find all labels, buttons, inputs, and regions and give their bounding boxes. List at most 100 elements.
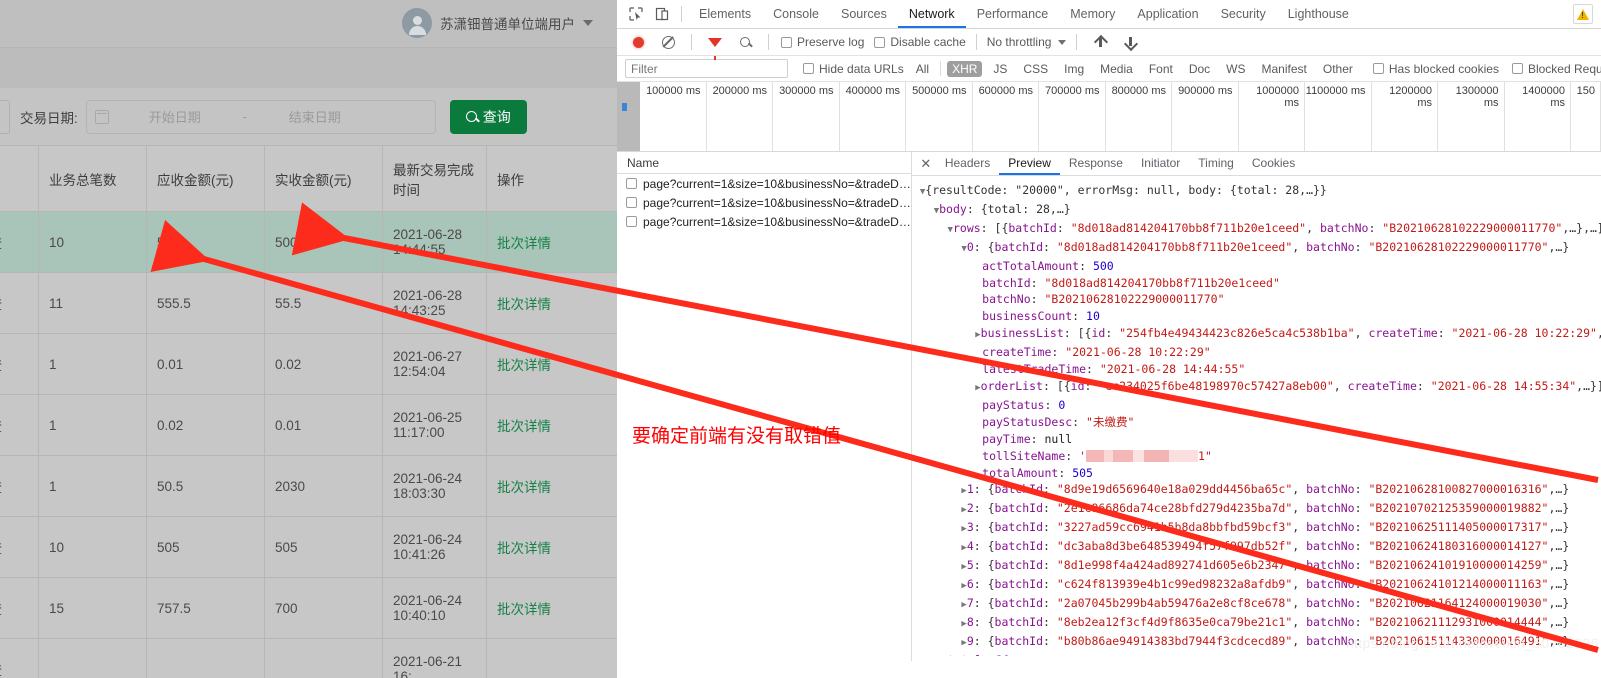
resource-type-css[interactable]: CSS [1018,61,1053,77]
th-business-count: 业务总笔数 [38,145,147,212]
import-har-icon[interactable] [1087,29,1113,55]
devtools-tab-lighthouse[interactable]: Lighthouse [1277,0,1360,28]
throttling-select[interactable]: No throttling [987,35,1067,49]
table-header-row: 业务总笔数 应收金额(元) 实收金额(元) 最新交易完成时间 操作 [0,145,617,212]
has-blocked-cookies-checkbox[interactable]: Has blocked cookies [1372,62,1499,76]
search-icon[interactable] [732,29,758,55]
resource-type-media[interactable]: Media [1095,61,1138,77]
resource-type-ws[interactable]: WS [1221,61,1250,77]
row-cell-operation[interactable]: 批次详情 [486,211,617,273]
request-list-item[interactable]: page?current=1&size=10&businessNo=&trade… [617,212,911,231]
table-row[interactable]: 产登 10.010.022021-06-27 12:54:04 批次详情 [0,333,617,395]
row-cell-latest-trade-time: 2021-06-27 12:54:04 [382,333,487,395]
row-cell-operation[interactable]: 批次详情 [486,394,617,456]
batch-detail-link[interactable]: 批次详情 [497,419,551,434]
resource-type-img[interactable]: Img [1059,61,1089,77]
devtools-tab-elements[interactable]: Elements [688,0,762,28]
devtools-tab-application[interactable]: Application [1126,0,1209,28]
batch-detail-link[interactable]: 批次详情 [497,358,551,373]
record-button-icon[interactable] [625,29,651,55]
devtools-tab-memory[interactable]: Memory [1059,0,1126,28]
row-cell-operation[interactable]: 批次详情 [486,516,617,578]
network-overview-timeline[interactable]: 100000 ms 200000 ms 300000 ms 400000 ms 5000… [617,82,1601,152]
json-key-acttotalamount: actTotalAmount [982,258,1080,273]
checkbox-icon[interactable] [803,63,814,74]
devtools-tab-network[interactable]: Network [898,0,966,28]
export-har-icon[interactable] [1117,29,1143,55]
devtools-panel: Elements Console Sources Network Performance… [617,0,1601,678]
row-cell-operation[interactable] [486,638,617,678]
resource-type-other[interactable]: Other [1318,61,1358,77]
hide-data-urls-checkbox[interactable]: Hide data URLs [803,62,904,76]
table-row[interactable]: 产登 2021-06-21 16: [0,638,617,678]
filter-input[interactable] [625,59,788,78]
query-button[interactable]: 查询 [449,99,527,134]
resource-type-font[interactable]: Font [1144,61,1178,77]
batch-detail-link[interactable]: 批次详情 [497,480,551,495]
table-row[interactable]: 产登 105055002021-06-28 14:44:55 批次详情 [0,211,617,273]
clear-network-log-icon[interactable] [655,29,681,55]
batch-detail-link[interactable]: 批次详情 [497,297,551,312]
devtools-tab-sources[interactable]: Sources [830,0,898,28]
detail-tab-cookies[interactable]: Cookies [1243,152,1304,175]
timeline-tick: 1100000 ms [1305,82,1372,151]
checkbox-icon[interactable] [626,178,637,189]
chevron-down-icon[interactable] [1058,39,1067,45]
row-cell-name: 产登 [0,638,39,678]
row-cell-operation[interactable]: 批次详情 [486,333,617,395]
checkbox-icon[interactable] [1511,63,1523,74]
devtools-tab-console[interactable]: Console [762,0,830,28]
disable-cache-checkbox[interactable]: Disable cache [874,35,966,49]
request-list-item[interactable]: page?current=1&size=10&businessNo=&trade… [617,193,911,212]
toggle-device-toolbar-icon[interactable] [649,1,675,27]
blocked-requests-checkbox[interactable]: Blocked Requests [1511,62,1601,76]
json-preview-tree[interactable]: ▼{resultCode: "20000", errorMsg: null, b… [912,176,1601,656]
batch-detail-link[interactable]: 批次详情 [497,541,551,556]
checkbox-icon[interactable] [781,36,792,48]
checkbox-icon[interactable] [874,36,886,48]
detail-tab-timing[interactable]: Timing [1189,152,1243,175]
checkbox-icon[interactable] [626,197,637,208]
start-date-input[interactable]: 开始日期 [115,107,235,126]
table-row[interactable]: 产登 11555.555.52021-06-28 14:43:25 批次详情 [0,272,617,334]
detail-tab-initiator[interactable]: Initiator [1132,152,1189,175]
table-row[interactable]: 产登 10.020.012021-06-25 11:17:00 批次详情 [0,394,617,456]
end-date-input[interactable]: 结束日期 [255,107,375,126]
detail-tab-response[interactable]: Response [1060,152,1132,175]
row-cell-operation[interactable]: 批次详情 [486,577,617,639]
batch-detail-link[interactable]: 批次详情 [497,602,551,617]
row-cell-operation[interactable]: 批次详情 [486,272,617,334]
inspect-element-icon[interactable] [623,1,649,27]
row-cell-operation[interactable]: 批次详情 [486,455,617,517]
user-menu[interactable]: 苏潇钿普通单位端用户 [402,8,593,38]
detail-tab-preview[interactable]: Preview [999,152,1060,175]
checkbox-icon[interactable] [626,216,637,227]
th-latest-trade-time: 最新交易完成时间 [382,145,487,212]
query-button-label: 查询 [482,108,511,125]
preserve-log-checkbox[interactable]: Preserve log [781,35,864,49]
resource-type-all[interactable]: All [911,61,934,77]
table-row[interactable]: 产登 150.520302021-06-24 18:03:30 批次详情 [0,455,617,517]
checkbox-icon[interactable] [1372,63,1384,74]
resource-type-js[interactable]: JS [988,61,1012,77]
row-cell-latest-trade-time: 2021-06-21 16: [382,638,487,678]
devtools-tab-performance[interactable]: Performance [966,0,1060,28]
devtools-tab-security[interactable]: Security [1210,0,1277,28]
trade-date-range-input[interactable]: 开始日期 - 结束日期 [85,99,436,134]
table-row[interactable]: 产登 15757.57002021-06-24 10:40:10 批次详情 [0,577,617,639]
chevron-down-icon[interactable] [583,20,593,26]
row-cell-name: 产登 [0,516,39,578]
resource-type-manifest[interactable]: Manifest [1257,61,1312,77]
request-list-item[interactable]: page?current=1&size=10&businessNo=&trade… [617,174,911,193]
filter-funnel-icon[interactable] [702,29,728,60]
table-row[interactable]: 产登105055052021-06-24 10:41:26批次详情 [0,516,617,578]
warning-badge[interactable] [1573,4,1593,24]
row-cell-business-count: 15 [38,577,147,639]
user-avatar-icon [402,8,432,38]
resource-type-xhr[interactable]: XHR [947,60,983,77]
detail-tab-headers[interactable]: Headers [936,152,999,175]
request-list-header: Name [617,152,911,174]
resource-type-doc[interactable]: Doc [1184,61,1215,77]
close-icon[interactable]: ✕ [916,154,936,174]
batch-detail-link[interactable]: 批次详情 [497,236,551,251]
